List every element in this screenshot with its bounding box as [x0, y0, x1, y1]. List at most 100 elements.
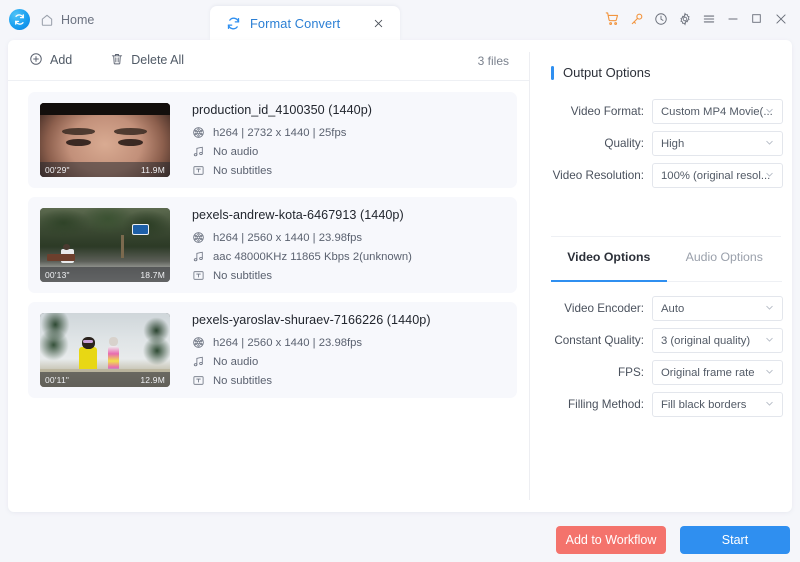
film-reel-icon	[192, 231, 205, 244]
add-to-workflow-button[interactable]: Add to Workflow	[556, 526, 666, 554]
tab-audio-options[interactable]: Audio Options	[667, 250, 783, 281]
field-video-resolution: Video Resolution: 100% (original resol..…	[530, 163, 792, 188]
video-resolution-label: Video Resolution:	[552, 169, 644, 182]
field-fps: FPS: Original frame rate	[530, 360, 792, 385]
tab-close-icon[interactable]	[370, 15, 386, 31]
add-button[interactable]: Add	[29, 52, 72, 69]
audio-meta-text: No audio	[213, 145, 259, 158]
video-meta-row: h264 | 2560 x 1440 | 23.98fps	[192, 231, 412, 244]
chevron-down-icon	[764, 366, 775, 380]
home-icon	[40, 13, 54, 27]
filling-method-select[interactable]: Fill black borders	[652, 392, 783, 417]
quality-label: Quality:	[604, 137, 644, 150]
thumbnail-overlay: 00'29" 11.9M	[40, 162, 170, 177]
file-name: production_id_4100350 (1440p)	[192, 103, 373, 117]
duration-label: 00'13"	[45, 269, 70, 280]
thumbnail-overlay: 00'13" 18.7M	[40, 267, 170, 282]
tab-format-convert[interactable]: Format Convert	[210, 6, 400, 40]
chevron-down-icon	[764, 398, 775, 412]
chevron-down-icon	[764, 302, 775, 316]
film-reel-icon	[192, 126, 205, 139]
key-icon[interactable]	[625, 7, 648, 30]
history-clock-icon[interactable]	[649, 7, 672, 30]
video-thumbnail[interactable]: 00'29" 11.9M	[40, 103, 170, 177]
home-label: Home	[61, 13, 95, 27]
fps-label: FPS:	[618, 366, 644, 379]
options-panel: Output Options Video Format: Custom MP4 …	[530, 40, 792, 512]
audio-meta-row: aac 48000KHz 11865 Kbps 2(unknown)	[192, 250, 412, 263]
duration-label: 00'11"	[45, 374, 70, 385]
file-info: pexels-yaroslav-shuraev-7166226 (1440p) …	[192, 313, 431, 387]
accent-bar	[551, 65, 554, 80]
video-encoder-label: Video Encoder:	[564, 302, 644, 315]
constant-quality-value: 3 (original quality)	[661, 334, 751, 347]
video-encoder-select[interactable]: Auto	[652, 296, 783, 321]
audio-meta-row: No audio	[192, 145, 372, 158]
subtitle-meta-text: No subtitles	[213, 269, 273, 282]
quality-value: High	[661, 137, 685, 150]
table-row[interactable]: 00'29" 11.9M production_id_4100350 (1440…	[28, 92, 517, 188]
subtitle-meta-row: No subtitles	[192, 374, 431, 387]
convert-refresh-icon	[226, 16, 241, 31]
app-window: Home Format Convert Add Delete All 3 fil…	[0, 0, 800, 562]
video-resolution-select[interactable]: 100% (original resol...	[652, 163, 783, 188]
app-logo-icon	[9, 9, 30, 30]
field-constant-quality: Constant Quality: 3 (original quality)	[530, 328, 792, 353]
subtitle-icon	[192, 164, 205, 177]
filesize-label: 12.9M	[140, 374, 165, 385]
subtitle-meta-text: No subtitles	[213, 374, 273, 387]
video-resolution-value: 100% (original resol...	[661, 169, 771, 182]
section-divider	[551, 236, 781, 237]
thumbnail-overlay: 00'11" 12.9M	[40, 372, 170, 387]
tab-label: Format Convert	[250, 15, 341, 31]
video-meta-text: h264 | 2560 x 1440 | 23.98fps	[213, 336, 363, 349]
film-reel-icon	[192, 336, 205, 349]
video-thumbnail[interactable]: 00'13" 18.7M	[40, 208, 170, 282]
cart-icon[interactable]	[601, 7, 624, 30]
settings-gear-icon[interactable]	[673, 7, 696, 30]
field-video-encoder: Video Encoder: Auto	[530, 296, 792, 321]
video-format-select[interactable]: Custom MP4 Movie(...	[652, 99, 783, 124]
home-tab[interactable]: Home	[40, 9, 94, 31]
trash-icon	[110, 52, 124, 69]
field-video-format: Video Format: Custom MP4 Movie(...	[530, 99, 792, 124]
tab-video-options[interactable]: Video Options	[551, 250, 667, 282]
video-meta-row: h264 | 2560 x 1440 | 23.98fps	[192, 336, 431, 349]
quality-select[interactable]: High	[652, 131, 783, 156]
table-row[interactable]: 00'11" 12.9M pexels-yaroslav-shuraev-716…	[28, 302, 517, 398]
chevron-down-icon	[764, 169, 775, 183]
subtitle-meta-text: No subtitles	[213, 164, 273, 177]
start-button[interactable]: Start	[680, 526, 790, 554]
audio-meta-text: No audio	[213, 355, 259, 368]
window-controls	[601, 7, 792, 30]
file-list[interactable]: 00'29" 11.9M production_id_4100350 (1440…	[8, 81, 529, 512]
music-note-icon	[192, 355, 205, 368]
video-meta-text: h264 | 2732 x 1440 | 25fps	[213, 126, 347, 139]
file-name: pexels-andrew-kota-6467913 (1440p)	[192, 208, 404, 222]
fps-select[interactable]: Original frame rate	[652, 360, 783, 385]
video-format-label: Video Format:	[570, 105, 644, 118]
menu-icon[interactable]	[697, 7, 720, 30]
constant-quality-select[interactable]: 3 (original quality)	[652, 328, 783, 353]
audio-meta-text: aac 48000KHz 11865 Kbps 2(unknown)	[213, 250, 412, 263]
close-window-icon[interactable]	[769, 7, 792, 30]
minimize-icon[interactable]	[721, 7, 744, 30]
delete-all-button[interactable]: Delete All	[110, 52, 184, 69]
constant-quality-label: Constant Quality:	[554, 334, 644, 347]
table-row[interactable]: 00'13" 18.7M pexels-andrew-kota-6467913 …	[28, 197, 517, 293]
field-filling-method: Filling Method: Fill black borders	[530, 392, 792, 417]
file-count-label: 3 files	[477, 54, 509, 68]
file-info: production_id_4100350 (1440p) h264 | 273…	[192, 103, 372, 177]
chevron-down-icon	[764, 334, 775, 348]
filling-method-value: Fill black borders	[661, 398, 747, 411]
filling-method-label: Filling Method:	[567, 398, 644, 411]
maximize-icon[interactable]	[745, 7, 768, 30]
output-options-title: Output Options	[551, 65, 650, 80]
main-card: Add Delete All 3 files 00'29" 11.9M prod…	[8, 40, 792, 512]
video-thumbnail[interactable]: 00'11" 12.9M	[40, 313, 170, 387]
subtitle-meta-row: No subtitles	[192, 269, 412, 282]
output-options-label: Output Options	[563, 65, 651, 80]
add-label: Add	[50, 53, 73, 67]
video-meta-text: h264 | 2560 x 1440 | 23.98fps	[213, 231, 363, 244]
subtitle-icon	[192, 374, 205, 387]
